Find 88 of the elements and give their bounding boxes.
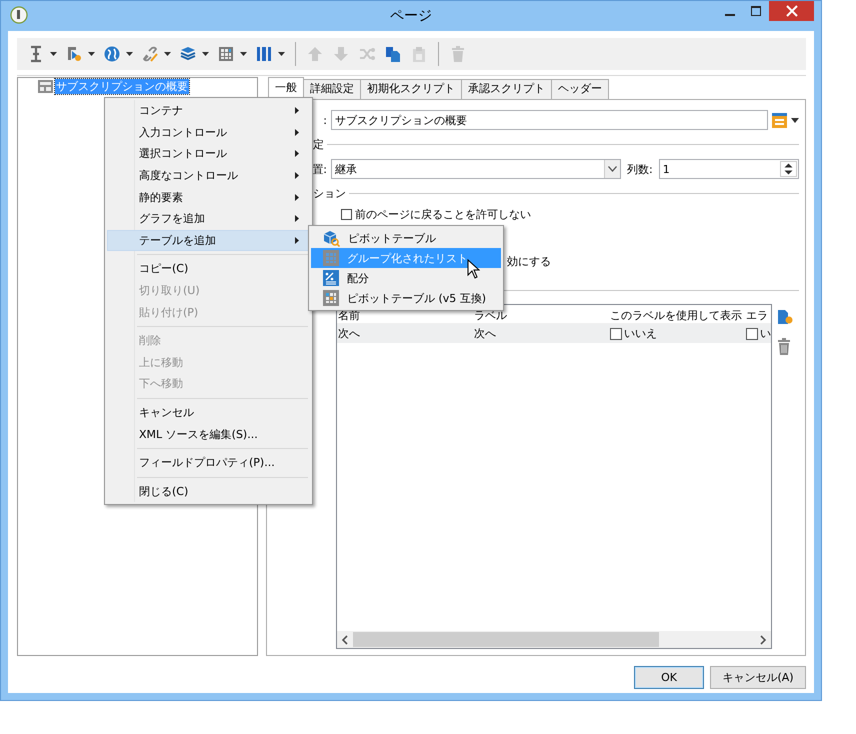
up-arrow-icon [306, 45, 324, 63]
scrollbar[interactable] [337, 631, 771, 648]
trash-icon [449, 45, 467, 63]
close-icon [786, 5, 798, 17]
caret-icon [164, 52, 171, 56]
column-header[interactable]: ラベル [473, 308, 609, 323]
menu-item[interactable]: XML ソースを編集(S)... [107, 423, 310, 445]
menu-item[interactable]: キャンセル [107, 402, 310, 424]
menu-item[interactable]: テーブルを追加 [107, 230, 310, 252]
add-item-icon[interactable] [777, 309, 793, 326]
caret-icon[interactable] [791, 118, 799, 122]
grid-icon [323, 290, 339, 306]
menu-item[interactable]: 配分 [311, 268, 501, 288]
menu-item[interactable]: 閉じる(C) [107, 480, 310, 502]
form-icon [38, 80, 53, 93]
menu-item[interactable]: 選択コントロール [107, 143, 310, 165]
tab[interactable]: 初期化スクリプト [360, 79, 462, 100]
name-field[interactable]: サブスクリプションの概要 [331, 110, 768, 130]
layers-icon [179, 45, 197, 63]
submenu-arrow-icon [295, 194, 299, 201]
column-header[interactable]: エラ [745, 308, 771, 323]
mouse-pointer-icon [467, 259, 480, 279]
position-dropdown[interactable]: 継承 [331, 159, 621, 179]
option-label: 効にする [507, 255, 551, 268]
field-label: : [323, 114, 327, 126]
section-label: ション [313, 186, 346, 200]
submenu-arrow-icon [295, 150, 299, 158]
caret-icon [126, 52, 133, 56]
app-icon [10, 6, 28, 24]
menu-item[interactable]: グラフを追加 [107, 208, 310, 230]
column-header[interactable]: 名前 [337, 308, 473, 323]
percent-icon [323, 270, 339, 286]
columns-spinbox[interactable]: 1 [658, 159, 799, 179]
down-arrow-icon [332, 45, 350, 63]
menu-item[interactable]: コピー(C) [107, 258, 310, 280]
menu-item[interactable]: 高度なコントロール [107, 164, 310, 186]
table-cell-text: 次へ [337, 326, 361, 341]
chevron-down-icon [608, 166, 617, 172]
checkbox[interactable] [746, 328, 758, 340]
caret-icon [88, 52, 95, 56]
grid-icon [323, 250, 339, 266]
checkbox-label: 前のページに戻ることを許可しない [355, 207, 531, 222]
checkbox-label: い [760, 326, 771, 341]
submenu-arrow-icon [295, 172, 299, 180]
shuffle-icon [358, 45, 376, 63]
submenu-arrow-icon [295, 215, 299, 222]
dialog-button[interactable]: キャンセル(A) [710, 666, 806, 689]
tab[interactable]: ヘッダー [551, 79, 609, 100]
column-header[interactable]: このラベルを使用して表示 [609, 308, 745, 323]
minimize-icon [725, 14, 735, 16]
cube-search-icon [323, 230, 340, 246]
caret-icon [202, 52, 209, 56]
menu-item[interactable]: 静的要素 [107, 186, 310, 208]
spin-up-icon [784, 163, 793, 168]
checkbox[interactable] [610, 328, 622, 340]
menu-item[interactable]: ピボットテーブル (v5 互換) [311, 288, 501, 308]
link-icon [141, 45, 159, 63]
grid-icon [217, 45, 235, 63]
section-label: 定 [313, 136, 324, 152]
dialog-button[interactable]: OK [634, 666, 704, 689]
paste-icon [410, 45, 428, 63]
trash-icon[interactable] [777, 338, 791, 355]
caret-icon [278, 52, 285, 56]
menu-item[interactable]: フィールドプロパティ(P)... [107, 452, 310, 474]
columns-icon [255, 45, 273, 63]
menu-item[interactable]: ピボットテーブル [311, 228, 501, 248]
form-style-icon[interactable] [772, 112, 788, 128]
caret-icon [50, 52, 57, 56]
tab[interactable]: 詳細設定 [303, 79, 361, 100]
checkbox-label: いいえ [624, 326, 657, 341]
caret-icon [240, 52, 247, 56]
checkbox[interactable] [341, 209, 352, 220]
submenu-arrow-icon [295, 107, 299, 114]
tab[interactable]: 承認スクリプト [461, 79, 552, 100]
close-button[interactable] [769, 1, 814, 21]
table-cell-text: 次へ [473, 326, 497, 341]
field-label: 置: [312, 162, 327, 176]
scroll-left-icon[interactable] [341, 634, 349, 644]
copy-icon [384, 45, 402, 63]
menu-item[interactable]: コンテナ [107, 100, 310, 122]
scroll-right-icon[interactable] [759, 634, 767, 644]
window-title: ページ [390, 7, 432, 25]
submenu-arrow-icon [295, 236, 299, 244]
submenu-arrow-icon [295, 128, 299, 136]
menu-item[interactable]: 入力コントロール [107, 122, 310, 144]
spin-down-icon [784, 170, 793, 175]
field-label: 列数: [627, 162, 653, 176]
maximize-icon [751, 6, 761, 16]
